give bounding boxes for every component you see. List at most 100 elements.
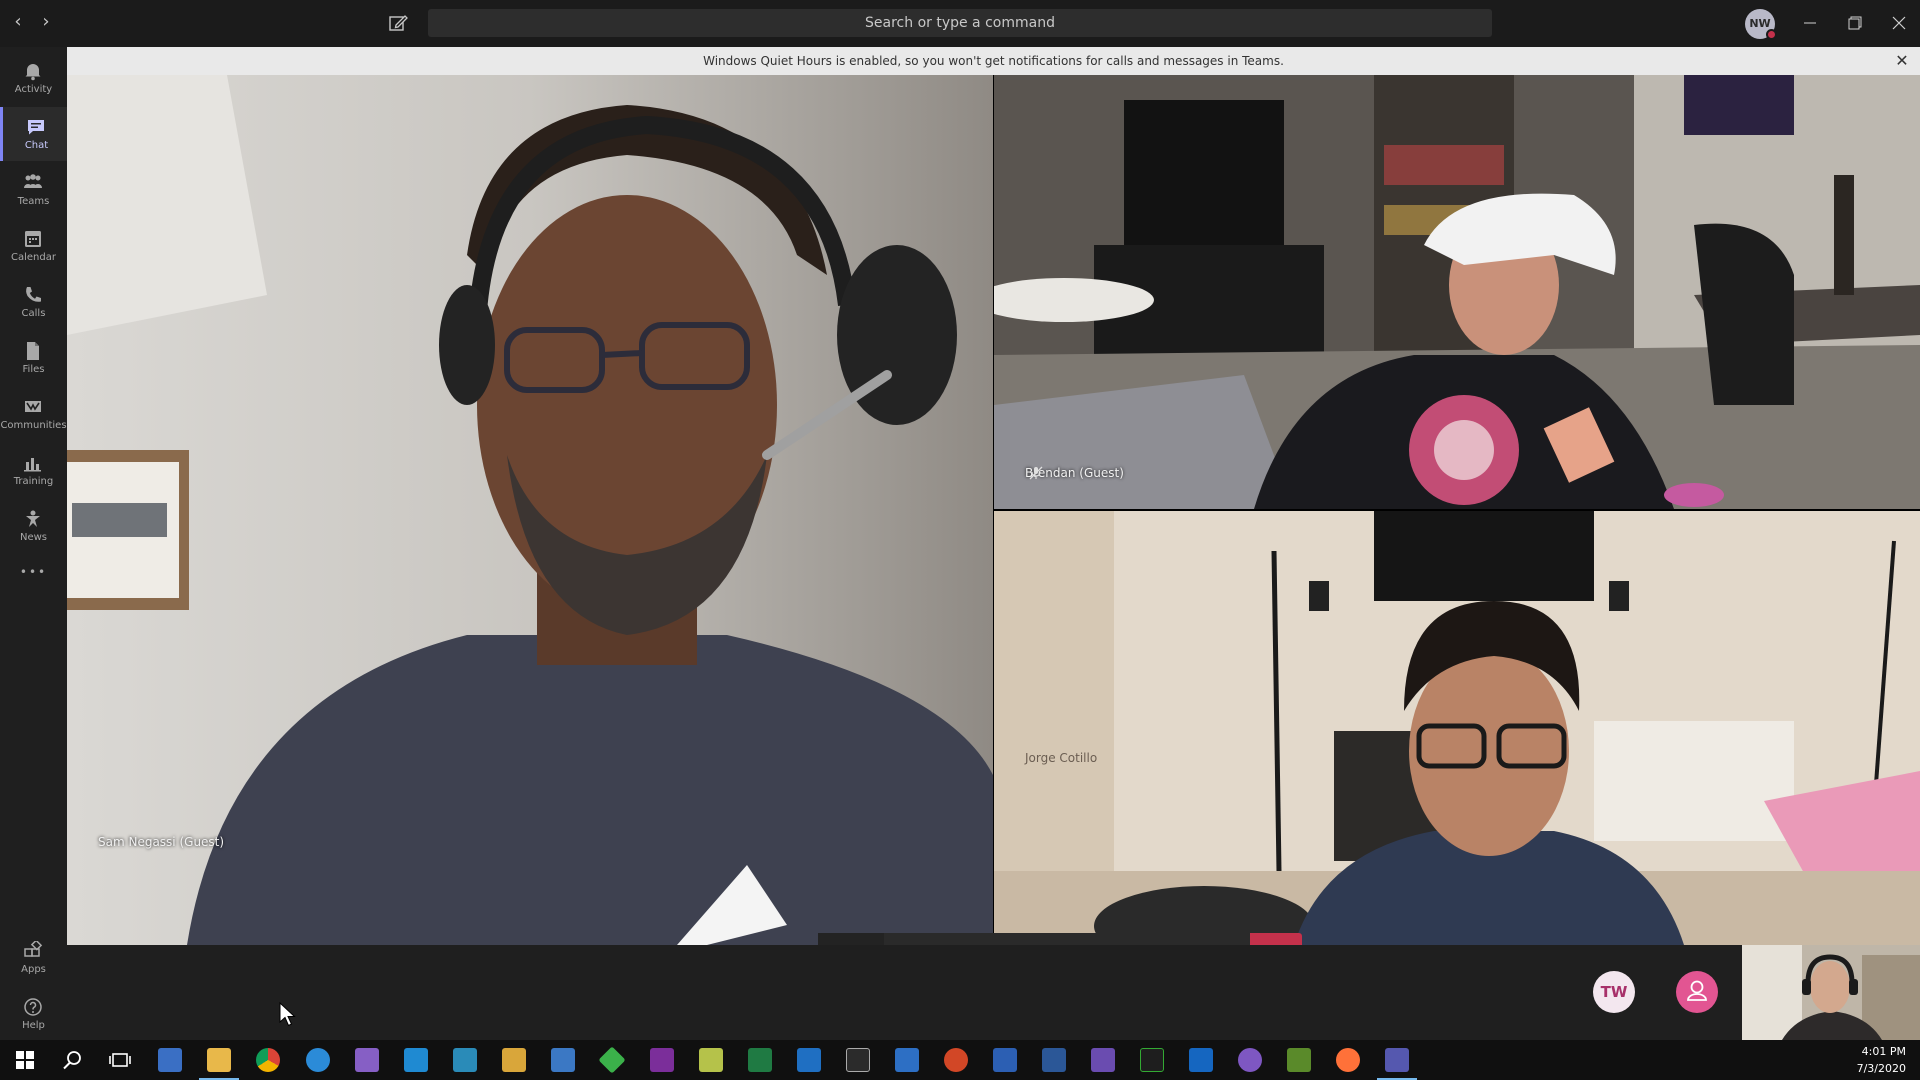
rail-item-files[interactable]: Files [0, 331, 67, 385]
minimize-button[interactable] [1795, 10, 1825, 36]
powerpoint-icon[interactable] [944, 1048, 968, 1072]
excel-icon[interactable] [748, 1048, 772, 1072]
remote-desktop-icon[interactable] [158, 1048, 182, 1072]
rail-item-news[interactable]: News [0, 499, 67, 553]
video-stage: Sam Negassi (Guest) Brendan (Guest) Jorg… [67, 75, 1920, 985]
file-explorer-icon[interactable] [207, 1048, 231, 1072]
intellij-icon[interactable] [1189, 1048, 1213, 1072]
participant-video [67, 75, 993, 945]
visual-studio-2-icon[interactable] [1091, 1048, 1115, 1072]
network-tool-icon[interactable] [551, 1048, 575, 1072]
windows-start-icon[interactable] [13, 1048, 37, 1072]
title-bar: ‹ › NW [0, 0, 1920, 47]
search-input[interactable] [428, 9, 1492, 37]
windows-taskbar: 4:01 PM 7/3/2020 [0, 1040, 1920, 1080]
powershell-icon[interactable] [895, 1048, 919, 1072]
rail-label: Chat [24, 140, 49, 151]
vscode-icon[interactable] [404, 1048, 428, 1072]
communities-icon [22, 397, 44, 417]
avatar-initials: NW [1749, 17, 1771, 30]
participant-name: Brendan (Guest) [1025, 466, 1124, 480]
video-tile[interactable]: Jorge Cotillo [994, 511, 1920, 945]
video-tile[interactable]: Sam Negassi (Guest) [67, 75, 993, 945]
more-icon: ••• [19, 565, 48, 579]
rail-label: Training [13, 476, 54, 487]
search-icon[interactable] [60, 1048, 84, 1072]
roster-strip: TW [67, 945, 1920, 1040]
video-tile[interactable]: Brendan (Guest) [994, 75, 1920, 509]
rail-item-help[interactable]: Help [0, 987, 67, 1041]
chat-app-icon[interactable] [1238, 1048, 1262, 1072]
clock-time: 4:01 PM [1861, 1045, 1906, 1058]
rail-item-calendar[interactable]: Calendar [0, 219, 67, 273]
notepad-icon[interactable] [502, 1048, 526, 1072]
file-icon [22, 341, 44, 361]
rail-item-training[interactable]: Training [0, 443, 67, 497]
participant-name: Jorge Cotillo [1025, 751, 1098, 765]
firefox-icon[interactable] [1336, 1048, 1360, 1072]
apps-icon [22, 939, 44, 961]
participant-video [994, 75, 1920, 509]
graphics-tool-icon[interactable] [1287, 1048, 1311, 1072]
participant-bubble-tw[interactable]: TW [1593, 971, 1635, 1013]
rail-label: Calendar [11, 252, 56, 263]
visio-icon[interactable] [993, 1048, 1017, 1072]
bell-icon [22, 61, 44, 81]
training-icon [22, 453, 44, 473]
person-icon [1687, 980, 1707, 1001]
shell-icon[interactable] [1140, 1048, 1164, 1072]
rail-label: News [19, 532, 48, 543]
news-icon [22, 509, 44, 529]
terminal-icon[interactable] [846, 1048, 870, 1072]
rail-item-calls[interactable]: Calls [0, 275, 67, 329]
chrome-icon[interactable] [256, 1048, 280, 1072]
feedly-icon[interactable] [598, 1046, 626, 1074]
rail-item-teams[interactable]: Teams [0, 163, 67, 217]
rail-label: Apps [21, 964, 46, 975]
phone-icon [22, 285, 44, 305]
banner-text: Windows Quiet Hours is enabled, so you w… [703, 54, 1284, 68]
teams-icon [22, 173, 44, 193]
task-view-icon[interactable] [108, 1048, 132, 1072]
onenote-icon[interactable] [650, 1048, 674, 1072]
rail-label: Activity [14, 84, 53, 95]
restore-button[interactable] [1840, 10, 1870, 36]
notepad-plus-icon[interactable] [699, 1048, 723, 1072]
rail-item-chat[interactable]: Chat [0, 107, 67, 161]
rail-item-activity[interactable]: Activity [0, 51, 67, 105]
participant-video [994, 511, 1920, 945]
rail-label: Communities [0, 420, 67, 431]
forward-button[interactable]: › [36, 12, 56, 32]
rail-label: Teams [17, 196, 50, 207]
chat-icon [25, 117, 47, 137]
quiet-hours-banner: Windows Quiet Hours is enabled, so you w… [67, 47, 1920, 75]
back-button[interactable]: ‹ [8, 12, 28, 32]
calendar-icon [22, 229, 44, 249]
muted-mic-icon [1029, 466, 1043, 480]
app-rail: Activity Chat Teams Calendar Calls Files… [0, 47, 67, 1040]
compose-icon[interactable] [387, 12, 409, 34]
more-apps-button[interactable]: ••• [0, 555, 67, 595]
rail-item-communities[interactable]: Communities [0, 387, 67, 441]
rail-item-apps[interactable]: Apps [0, 931, 67, 985]
avatar[interactable]: NW [1745, 9, 1777, 40]
rail-label: Help [22, 1020, 45, 1031]
outlook-icon[interactable] [797, 1048, 821, 1072]
visual-studio-icon[interactable] [355, 1048, 379, 1072]
self-video [1742, 945, 1920, 1040]
participant-bubble-person[interactable] [1676, 971, 1718, 1013]
clock-date: 7/3/2020 [1856, 1062, 1906, 1075]
rail-label: Calls [21, 308, 46, 319]
system-clock[interactable]: 4:01 PM 7/3/2020 [1826, 1043, 1906, 1077]
search-box[interactable] [428, 9, 1492, 37]
teams-taskbar-icon[interactable] [1385, 1048, 1409, 1072]
close-window-button[interactable] [1884, 10, 1914, 36]
word-icon[interactable] [1042, 1048, 1066, 1072]
self-view-video[interactable] [1742, 945, 1920, 1040]
close-icon[interactable]: ✕ [1894, 53, 1910, 69]
edge-icon[interactable] [306, 1048, 330, 1072]
presence-busy-icon [1766, 29, 1777, 40]
rail-label: Files [22, 364, 45, 375]
remote-tool-icon[interactable] [453, 1048, 477, 1072]
mouse-cursor-icon [279, 1002, 296, 1027]
